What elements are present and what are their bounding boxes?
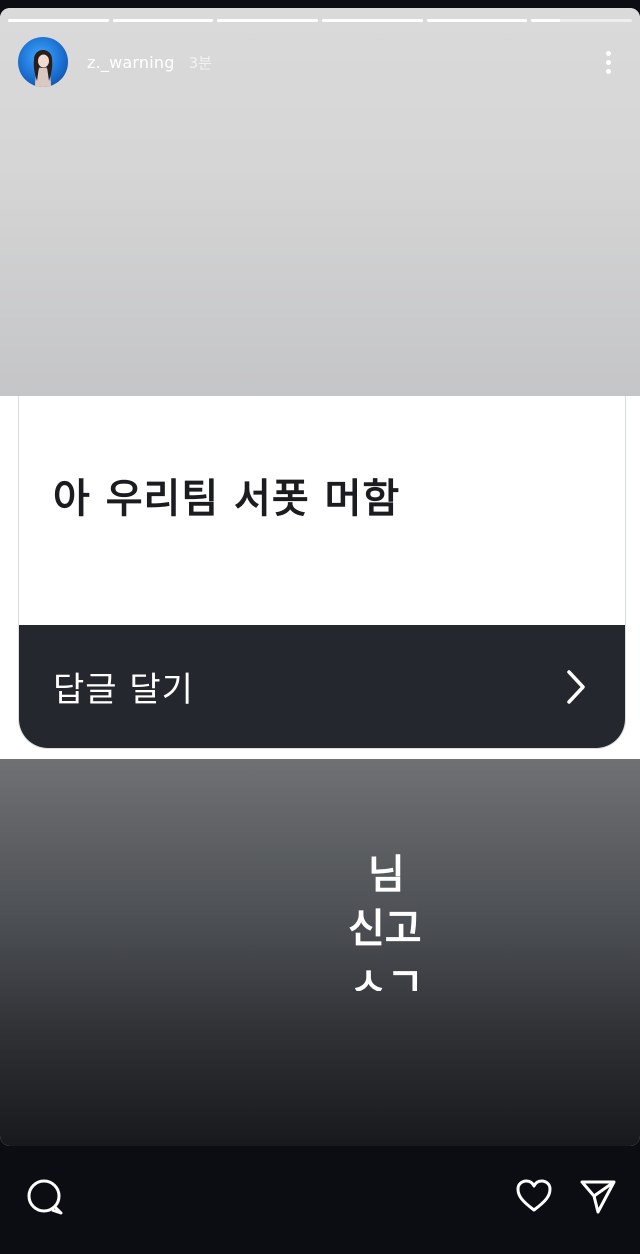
progress-segment (112, 19, 214, 22)
avatar-image (33, 50, 53, 87)
story-background-top: z._warning 3분 (0, 8, 640, 396)
story-background-bottom: 님 신고 ㅅㄱ (0, 759, 640, 1146)
more-dot (605, 59, 611, 65)
progress-fill (426, 19, 528, 22)
progress-segment (426, 19, 528, 22)
progress-fill (531, 19, 560, 22)
message-line-clipped: ㅅㄱ (340, 963, 440, 991)
question-text: 아 우리팀 서폿 머함 (53, 476, 401, 522)
message-line: 신고 (348, 906, 422, 952)
story-viewer[interactable]: z._warning 3분 아 우리팀 서폿 머함 답글 달기 님 신고 ㅅㄱ (0, 8, 640, 1146)
avatar[interactable] (18, 37, 68, 87)
story-header: z._warning 3분 (18, 37, 620, 87)
chevron-right-icon (567, 669, 585, 704)
progress-fill (322, 19, 423, 22)
progress-fill (112, 19, 214, 22)
send-icon[interactable] (578, 1176, 618, 1216)
progress-segment (8, 19, 109, 22)
more-options-icon[interactable] (596, 47, 620, 77)
heart-icon[interactable] (514, 1176, 554, 1216)
post-time: 3분 (188, 53, 212, 72)
comment-icon[interactable] (24, 1176, 64, 1216)
reply-button[interactable]: 답글 달기 (19, 625, 625, 748)
progress-fill (8, 19, 109, 22)
progress-segment (531, 19, 633, 22)
username[interactable]: z._warning (87, 53, 175, 72)
question-card: 아 우리팀 서폿 머함 답글 달기 (18, 396, 626, 749)
more-dot (605, 68, 611, 74)
bottom-action-bar (0, 1146, 640, 1254)
message-line: ㅅㄱ (350, 963, 424, 991)
progress-fill (217, 19, 319, 22)
message-line: 님 (368, 852, 405, 898)
progress-segment (217, 19, 319, 22)
progress-segment (322, 19, 423, 22)
more-dot (605, 50, 611, 56)
reply-label: 답글 달기 (53, 670, 194, 710)
story-progress-bar (8, 19, 633, 22)
